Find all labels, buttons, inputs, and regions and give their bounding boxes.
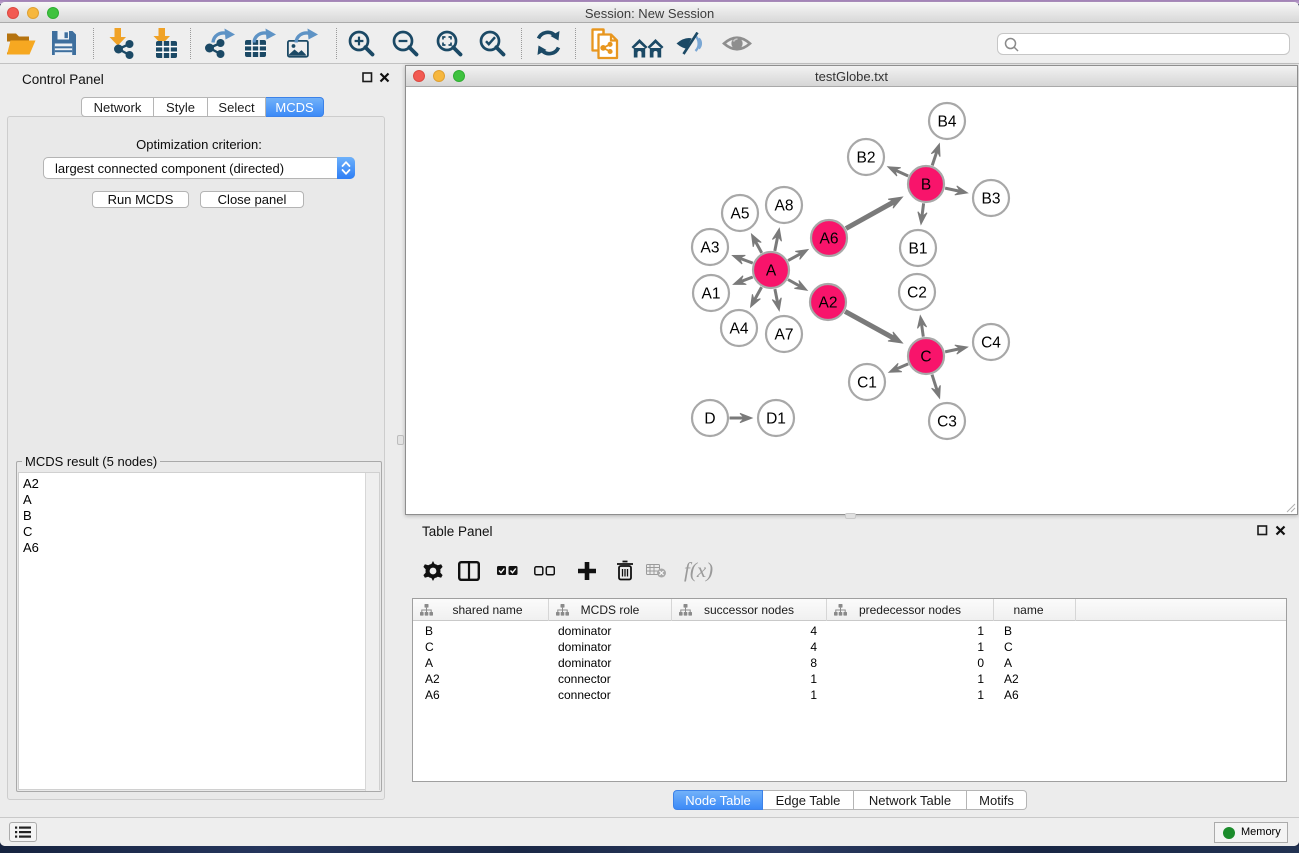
svg-text:A7: A7 <box>775 327 794 344</box>
svg-text:C3: C3 <box>937 414 957 431</box>
svg-text:B4: B4 <box>938 114 957 131</box>
svg-text:C2: C2 <box>907 285 927 302</box>
svg-text:A4: A4 <box>730 321 749 338</box>
svg-text:A: A <box>766 263 777 280</box>
svg-text:C: C <box>920 349 931 366</box>
svg-text:A1: A1 <box>702 286 721 303</box>
svg-text:C1: C1 <box>857 375 877 392</box>
svg-text:B2: B2 <box>857 150 876 167</box>
svg-text:A3: A3 <box>701 240 720 257</box>
svg-text:B: B <box>921 177 931 194</box>
svg-text:A8: A8 <box>775 198 794 215</box>
svg-text:A2: A2 <box>819 295 838 312</box>
svg-text:C4: C4 <box>981 335 1001 352</box>
svg-text:A5: A5 <box>731 206 750 223</box>
svg-text:B3: B3 <box>982 191 1001 208</box>
svg-text:A6: A6 <box>820 231 839 248</box>
svg-text:D1: D1 <box>766 411 786 428</box>
svg-text:B1: B1 <box>909 241 928 258</box>
svg-text:D: D <box>704 411 715 428</box>
